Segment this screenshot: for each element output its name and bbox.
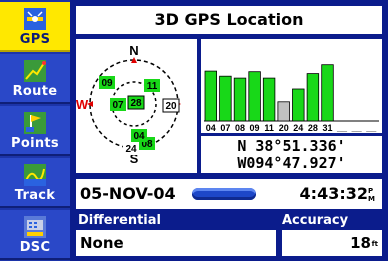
latitude-value: N 38°51.336' [237, 137, 346, 155]
satellite-sky-view: N W S 09 11 07 28 20 24 08 04 [76, 39, 197, 173]
signal-label-1: 07 [220, 123, 230, 133]
tab-gps-label: GPS [19, 32, 51, 47]
signal-label-11: __ [365, 123, 377, 133]
signal-label-2: 08 [235, 123, 245, 133]
position-readout: N 38°51.336' W094°47.927' [201, 136, 382, 173]
tab-track[interactable]: Track [0, 158, 70, 208]
sky-plot: N W S 09 11 07 28 20 24 08 04 [76, 43, 181, 166]
sat-20: 20 [162, 98, 180, 113]
differential-label: Differential [78, 213, 161, 228]
signal-bar-07 [219, 75, 232, 122]
sat-24: 24 [123, 142, 139, 155]
signal-label-6: 24 [293, 123, 303, 133]
signal-label-8: 31 [322, 123, 332, 133]
tab-column: GPS Route Points Track DSC [0, 0, 70, 261]
signal-strength-panel: 04 07 08 09 11 20 24 28 31 __ __ __ [201, 39, 382, 133]
tab-dsc[interactable]: DSC [0, 210, 70, 260]
points-flag-icon [24, 112, 46, 134]
tab-points-label: Points [11, 136, 59, 151]
main-panel: 3D GPS Location N W S 09 11 07 28 20 24 … [70, 0, 388, 261]
accuracy-value: 18 [350, 234, 371, 252]
signal-label-4: 11 [264, 123, 274, 133]
signal-label-9: __ [336, 123, 348, 133]
date-time-row: 05-NOV-04 4:43:32PM [76, 179, 382, 209]
north-label: N [129, 43, 138, 58]
signal-bar-24 [292, 88, 305, 122]
date-value: 05-NOV-04 [80, 184, 176, 203]
sat-04: 04 [131, 129, 147, 142]
accuracy-unit: ft [371, 239, 378, 248]
sat-11: 11 [144, 79, 160, 92]
signal-bar-31 [321, 64, 334, 122]
sat-28: 28 [127, 95, 145, 110]
page-title: 3D GPS Location [76, 6, 382, 34]
signal-label-7: 28 [308, 123, 318, 133]
longitude-value: W094°47.927' [237, 154, 346, 172]
status-bar-icon [192, 188, 256, 200]
west-label: W [76, 97, 89, 112]
signal-bar-11 [262, 77, 276, 122]
route-map-icon [24, 60, 46, 82]
signal-bar-chart: 04 07 08 09 11 20 24 28 31 __ __ __ [204, 64, 379, 133]
track-map-icon [24, 164, 46, 186]
sat-07: 07 [110, 98, 126, 111]
signal-label-10: __ [351, 123, 363, 133]
signal-label-5: 20 [279, 123, 289, 133]
sat-04-label: 04 [133, 131, 145, 142]
signal-bar-09 [248, 71, 261, 122]
tab-route-label: Route [12, 84, 58, 99]
sat-09: 09 [99, 76, 115, 89]
dsc-radio-icon [24, 216, 46, 238]
differential-value: None [80, 234, 124, 252]
signal-bar-20 [277, 101, 290, 122]
time-text: 4:43:32 [299, 184, 368, 203]
sat-07-label: 07 [112, 100, 124, 111]
gps-satellite-icon [24, 8, 46, 30]
sat-24-label: 24 [125, 144, 137, 155]
time-value: 4:43:32PM [300, 179, 376, 209]
sat-28-label: 28 [130, 98, 142, 109]
time-suffix: PM [368, 186, 375, 203]
signal-bar-28 [306, 73, 320, 122]
signal-label-3: 09 [249, 123, 259, 133]
sat-20-label: 20 [165, 101, 177, 112]
tab-gps[interactable]: GPS [0, 2, 70, 52]
gps-location-screen: GPS Route Points Track DSC 3D GPS Locati… [0, 0, 388, 261]
differential-field[interactable]: None [76, 230, 276, 256]
tab-route[interactable]: Route [0, 54, 70, 104]
accuracy-field: 18ft [282, 230, 382, 256]
tab-points[interactable]: Points [0, 106, 70, 156]
signal-label-0: 04 [206, 123, 216, 133]
tab-dsc-label: DSC [19, 240, 51, 255]
signal-bar-08 [233, 77, 247, 122]
sat-11-label: 11 [147, 81, 158, 92]
accuracy-label: Accuracy [282, 213, 349, 228]
sat-09-label: 09 [101, 78, 113, 89]
tab-track-label: Track [14, 188, 56, 203]
signal-bar-04 [204, 70, 218, 122]
